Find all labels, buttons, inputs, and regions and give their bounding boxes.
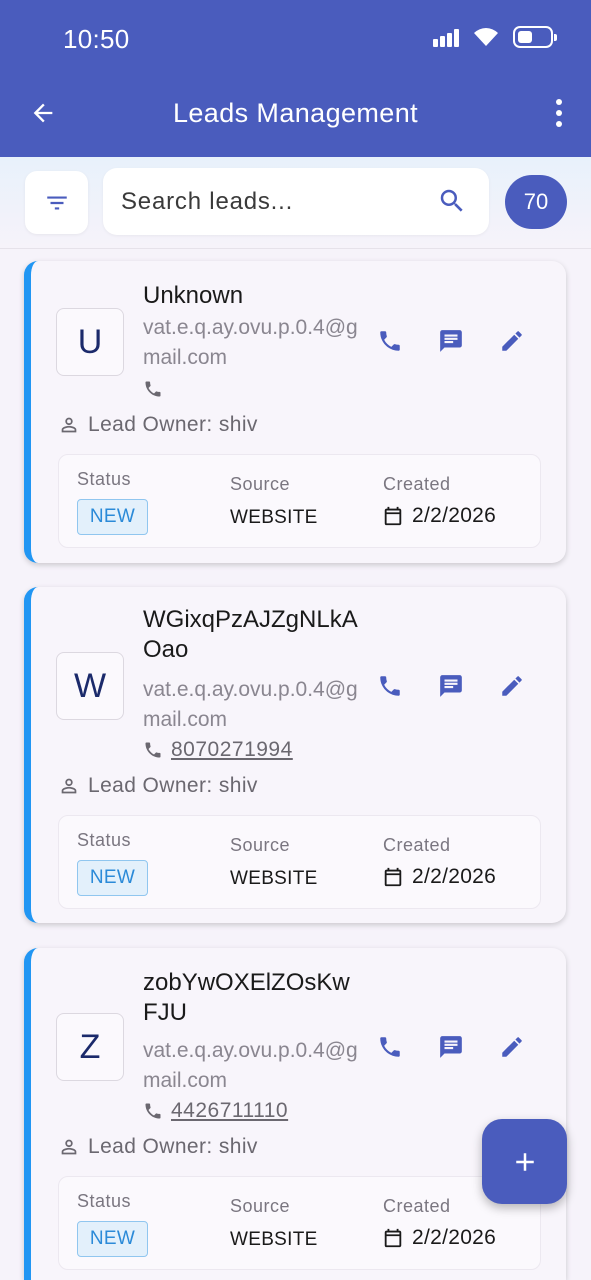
created-label: Created — [383, 1196, 451, 1216]
created-date: 2/2/2026 — [412, 504, 497, 527]
lead-phone[interactable]: 4426711110 — [171, 1099, 288, 1123]
phone-small-icon — [145, 381, 161, 397]
status-label: Status — [77, 469, 132, 489]
search-box[interactable] — [103, 168, 489, 235]
search-bar: 70 — [0, 157, 591, 249]
created-label: Created — [383, 474, 451, 494]
created-date: 2/2/2026 — [412, 865, 497, 888]
person-icon — [61, 778, 77, 794]
created-label: Created — [383, 835, 451, 855]
message-button[interactable] — [437, 672, 465, 700]
add-icon — [515, 1152, 534, 1171]
owner-row: Lead Owner: shiv — [58, 413, 258, 437]
edit-button[interactable] — [498, 327, 526, 355]
created-row: 2/2/2026 — [382, 865, 496, 889]
message-button[interactable] — [437, 1033, 465, 1061]
created-row: 2/2/2026 — [382, 504, 496, 528]
source-value: WEBSITE — [230, 868, 318, 889]
lead-name: Unknown — [143, 282, 244, 309]
message-icon — [440, 675, 462, 697]
phone-icon — [380, 1037, 400, 1057]
owner-row: Lead Owner: shiv — [58, 1135, 258, 1159]
source-label: Source — [230, 474, 291, 494]
created-date: 2/2/2026 — [412, 1226, 497, 1249]
battery-icon — [513, 26, 557, 48]
status-badge: NEW — [77, 499, 148, 535]
lead-card[interactable]: U Unknown vat.e.q.ay.ovu.p.0.4@gmail.com… — [24, 261, 566, 563]
status-badge: NEW — [77, 860, 148, 896]
signal-icon — [433, 27, 459, 47]
created-row: 2/2/2026 — [382, 1226, 496, 1250]
lead-email: vat.e.q.ay.ovu.p.0.4@gmail.com — [143, 316, 358, 369]
call-button[interactable] — [376, 672, 404, 700]
edit-icon — [502, 1037, 522, 1057]
message-icon — [440, 330, 462, 352]
lead-name: zobYwOXElZOsKwFJU — [143, 969, 350, 1026]
lead-actions — [376, 1033, 526, 1061]
lead-count-badge: 70 — [505, 175, 567, 229]
lead-owner: Lead Owner: shiv — [88, 1135, 258, 1158]
phone-icon — [380, 331, 400, 351]
edit-icon — [502, 331, 522, 351]
lead-actions — [376, 672, 526, 700]
lead-actions — [376, 327, 526, 355]
edit-icon — [502, 676, 522, 696]
phone-small-icon — [145, 742, 161, 758]
lead-phone[interactable]: 8070271994 — [171, 738, 293, 762]
source-value: WEBSITE — [230, 1229, 318, 1250]
add-lead-button[interactable] — [482, 1119, 567, 1204]
lead-info-box: Status NEW Source WEBSITE Created 2/2/20… — [58, 1176, 541, 1270]
app-bar: 10:50 Leads Management — [0, 0, 591, 157]
search-icon[interactable] — [437, 186, 467, 216]
lead-card[interactable]: W WGixqPzAJZgNLkAOao vat.e.q.ay.ovu.p.0.… — [24, 587, 566, 923]
status-icons — [433, 26, 557, 48]
lead-phone-row: 8070271994 — [143, 735, 293, 765]
message-icon — [440, 1036, 462, 1058]
source-value: WEBSITE — [230, 507, 318, 528]
lead-name: WGixqPzAJZgNLkAOao — [143, 606, 358, 663]
search-input[interactable] — [121, 184, 421, 220]
status-label: Status — [77, 830, 132, 850]
call-button[interactable] — [376, 1033, 404, 1061]
person-icon — [61, 1139, 77, 1155]
owner-row: Lead Owner: shiv — [58, 774, 258, 798]
lead-email: vat.e.q.ay.ovu.p.0.4@gmail.com — [143, 1039, 358, 1092]
avatar: W — [56, 652, 124, 720]
call-button[interactable] — [376, 327, 404, 355]
edit-button[interactable] — [498, 1033, 526, 1061]
calendar-icon — [384, 506, 402, 526]
filter-icon — [46, 196, 67, 209]
calendar-icon — [384, 867, 402, 887]
lead-phone-row — [143, 374, 171, 404]
source-label: Source — [230, 1196, 291, 1216]
status-time: 10:50 — [63, 24, 130, 54]
lead-owner: Lead Owner: shiv — [88, 413, 258, 436]
edit-button[interactable] — [498, 672, 526, 700]
page-title: Leads Management — [172, 98, 419, 128]
status-badge: NEW — [77, 1221, 148, 1257]
more-vert-icon[interactable] — [549, 96, 569, 130]
calendar-icon — [384, 1228, 402, 1248]
lead-phone-row: 4426711110 — [143, 1096, 288, 1126]
person-icon — [61, 417, 77, 433]
phone-small-icon — [145, 1103, 161, 1119]
avatar: U — [56, 308, 124, 376]
wifi-icon — [474, 28, 498, 46]
lead-info-box: Status NEW Source WEBSITE Created 2/2/20… — [58, 815, 541, 909]
lead-email: vat.e.q.ay.ovu.p.0.4@gmail.com — [143, 678, 358, 731]
lead-owner: Lead Owner: shiv — [88, 774, 258, 797]
message-button[interactable] — [437, 327, 465, 355]
avatar: Z — [56, 1013, 124, 1081]
source-label: Source — [230, 835, 291, 855]
filter-button[interactable] — [25, 171, 88, 234]
status-label: Status — [77, 1191, 132, 1211]
lead-card[interactable]: Z zobYwOXElZOsKwFJU vat.e.q.ay.ovu.p.0.4… — [24, 948, 566, 1280]
lead-info-box: Status NEW Source WEBSITE Created 2/2/20… — [58, 454, 541, 548]
phone-icon — [380, 676, 400, 696]
